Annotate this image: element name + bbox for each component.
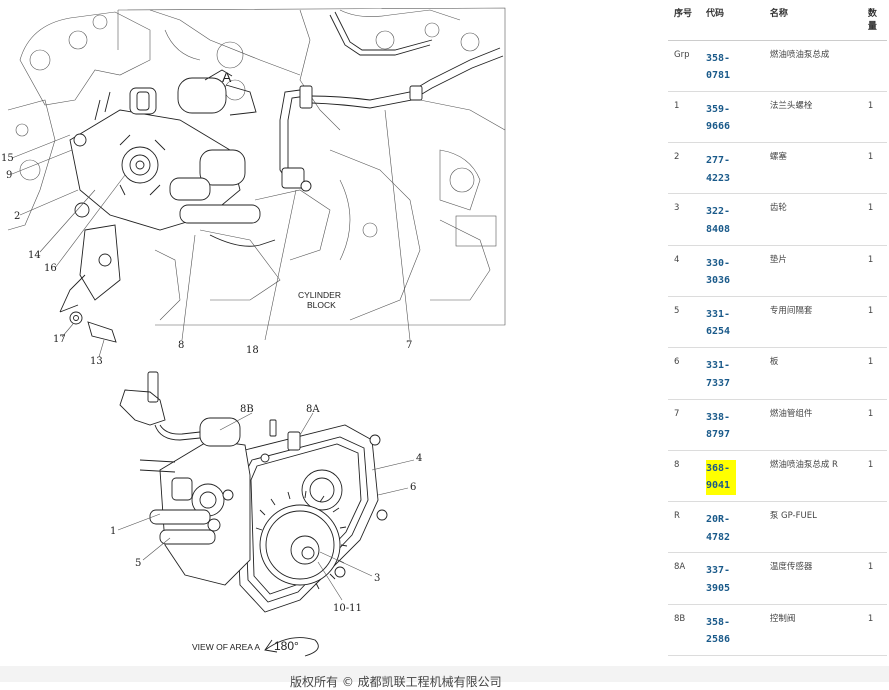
row-num: R — [668, 501, 700, 554]
parts-table-header: 序号 代码 名称 数量 — [668, 0, 887, 41]
parts-table: 序号 代码 名称 数量 Grp 358-0781 燃油喷油泵总成 1 359-9… — [668, 0, 887, 657]
callout-1: 1 — [110, 526, 116, 537]
callout-5: 5 — [135, 558, 141, 569]
callout-15: 15 — [1, 153, 14, 164]
table-row: 1 359-9666 法兰头螺栓 1 — [668, 91, 887, 144]
part-code-link[interactable]: 359-9666 — [706, 101, 736, 136]
callout-6: 6 — [410, 482, 416, 493]
row-name: 温度传感器 — [763, 552, 862, 605]
table-row: 8B 358-2586 控制阀 1 — [668, 604, 887, 657]
part-code-link[interactable]: 358-0781 — [706, 50, 736, 85]
header-qty: 数量 — [861, 0, 887, 41]
callout-3: 3 — [374, 573, 380, 584]
row-qty: 1 — [861, 91, 887, 144]
callout-8: 8 — [178, 340, 184, 351]
rotation-180-label: 180° — [274, 639, 299, 653]
parts-list-panel: 序号 代码 名称 数量 Grp 358-0781 燃油喷油泵总成 1 359-9… — [668, 0, 889, 666]
row-qty: 1 — [861, 552, 887, 605]
row-qty: 1 — [861, 450, 887, 503]
callout-16: 16 — [44, 263, 57, 274]
row-name: 燃油喷油泵总成 — [763, 40, 862, 92]
table-row-highlighted: 8 368-9041 燃油喷油泵总成 R 1 — [668, 450, 887, 503]
part-code-link[interactable]: 331-7337 — [706, 357, 736, 392]
row-num: 3 — [668, 193, 700, 246]
row-name: 法兰头螺栓 — [763, 91, 862, 144]
row-qty: 1 — [861, 347, 887, 400]
row-qty: 1 — [861, 604, 887, 657]
part-code-link[interactable]: 358-2586 — [706, 614, 736, 649]
table-row: 3 322-8408 齿轮 1 — [668, 193, 887, 246]
row-qty: 1 — [861, 193, 887, 246]
callout-9: 9 — [6, 170, 12, 181]
row-qty: 1 — [861, 245, 887, 297]
row-name: 齿轮 — [763, 193, 862, 246]
row-qty: 1 — [861, 296, 887, 349]
row-name: 垫片 — [763, 245, 862, 297]
area-a-label: A — [222, 69, 232, 85]
table-row: 8A 337-3905 温度传感器 1 — [668, 552, 887, 605]
table-row: 7 338-8797 燃油管组件 1 — [668, 399, 887, 451]
row-num: 8 — [668, 450, 700, 503]
part-code-link[interactable]: 338-8797 — [706, 409, 736, 444]
row-num: 5 — [668, 296, 700, 349]
top-illustration — [7, 7, 506, 343]
row-num: 6 — [668, 347, 700, 400]
cylinder-block-label-line2: BLOCK — [307, 300, 336, 310]
table-row: Grp 358-0781 燃油喷油泵总成 — [668, 40, 887, 92]
row-name: 燃油喷油泵总成 R — [763, 450, 862, 503]
table-row: 6 331-7337 板 1 — [668, 347, 887, 400]
callout-10-11: 10-11 — [333, 603, 362, 614]
callout-13: 13 — [90, 356, 103, 367]
view-of-area-a-label: VIEW OF AREA A — [192, 642, 260, 652]
part-code-link[interactable]: 330-3036 — [706, 255, 736, 290]
row-qty — [861, 501, 887, 554]
part-code-link[interactable]: 337-3905 — [706, 562, 736, 597]
table-row: 5 331-6254 专用间隔套 1 — [668, 296, 887, 349]
callout-8b: 8B — [240, 404, 254, 415]
row-num: 7 — [668, 399, 700, 451]
row-name: 螺塞 — [763, 142, 862, 195]
callout-2: 2 — [14, 211, 20, 222]
row-qty: 1 — [861, 142, 887, 195]
part-code-link[interactable]: 322-8408 — [706, 203, 736, 238]
callout-17: 17 — [53, 334, 66, 345]
row-name: 控制阀 — [763, 604, 862, 657]
part-code-link[interactable]: 331-6254 — [706, 306, 736, 341]
row-name: 泵 GP-FUEL — [763, 501, 862, 554]
exploded-parts-diagram: A CYLINDER BLOCK 15 9 2 14 16 17 13 8 18… — [0, 0, 668, 666]
callout-18: 18 — [246, 345, 259, 356]
table-row: 4 330-3036 垫片 1 — [668, 245, 887, 297]
table-row: 2 277-4223 螺塞 1 — [668, 142, 887, 195]
row-num: 8A — [668, 552, 700, 605]
callout-4: 4 — [416, 453, 422, 464]
header-code: 代码 — [699, 0, 764, 41]
row-num: 4 — [668, 245, 700, 297]
callout-14: 14 — [28, 250, 41, 261]
row-name: 板 — [763, 347, 862, 400]
part-code-link-highlighted[interactable]: 368-9041 — [705, 459, 736, 495]
header-num: 序号 — [668, 0, 700, 41]
row-num: 2 — [668, 142, 700, 195]
callout-8a: 8A — [306, 404, 320, 415]
header-name: 名称 — [763, 0, 862, 41]
row-num: 8B — [668, 604, 700, 657]
row-num: 1 — [668, 91, 700, 144]
cylinder-block-label-line1: CYLINDER — [298, 290, 341, 300]
row-name: 专用间隔套 — [763, 296, 862, 349]
row-num: Grp — [668, 40, 700, 92]
part-code-link[interactable]: 277-4223 — [706, 152, 736, 187]
table-row: R 20R-4782 泵 GP-FUEL — [668, 501, 887, 554]
callout-7: 7 — [406, 340, 412, 351]
row-name: 燃油管组件 — [763, 399, 862, 451]
row-qty — [861, 40, 887, 92]
part-code-link[interactable]: 20R-4782 — [706, 511, 736, 546]
copyright-footer: 版权所有 © 成都凯联工程机械有限公司 — [0, 666, 889, 689]
row-qty: 1 — [861, 399, 887, 451]
